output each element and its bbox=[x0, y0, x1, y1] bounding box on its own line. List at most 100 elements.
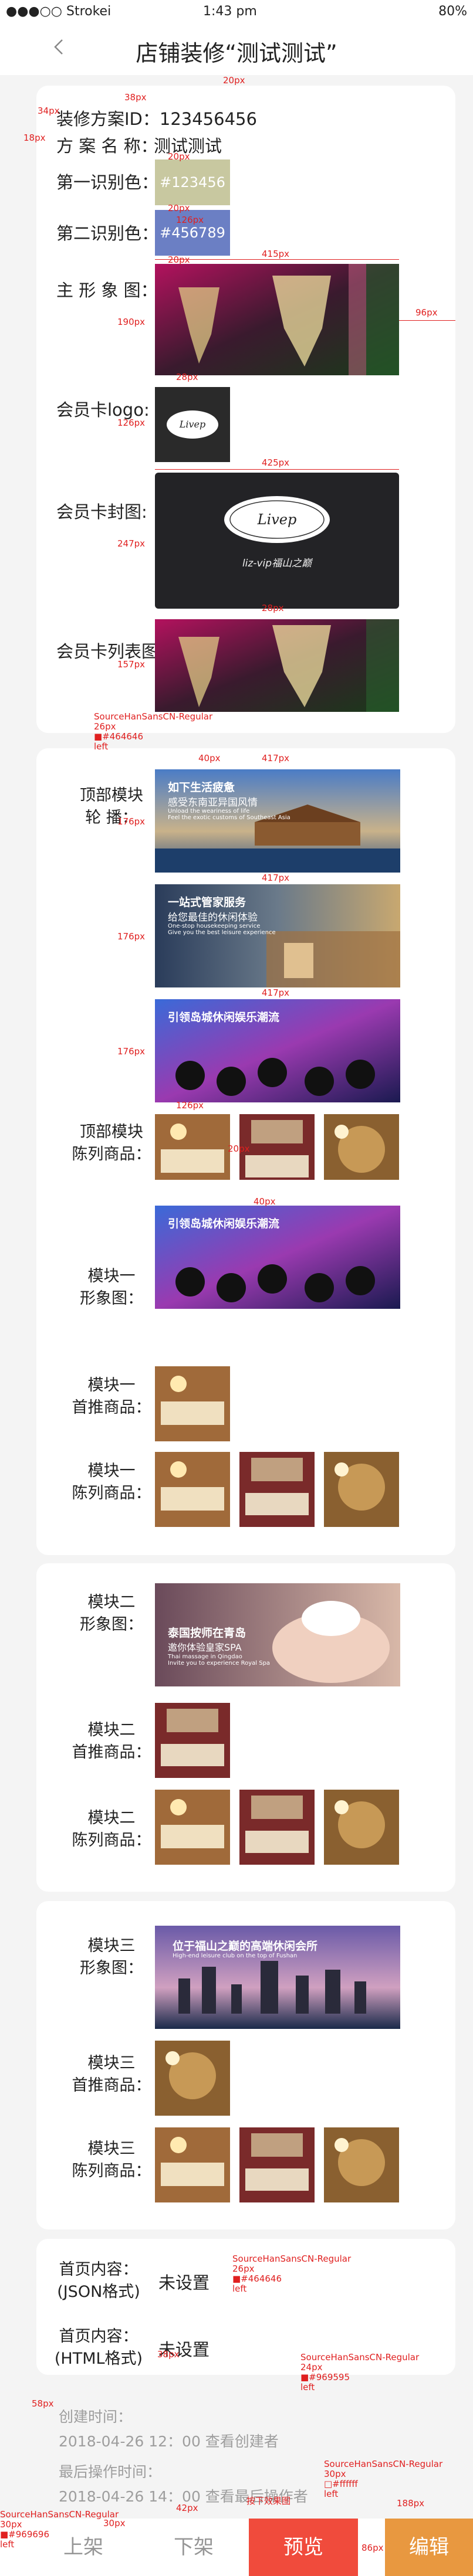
top-banner-2-sub: 给您最佳的休闲体验 bbox=[168, 912, 258, 924]
annot-42: 42px bbox=[176, 2503, 198, 2513]
module2-banner-sub: 邀你体验皇家SPA bbox=[168, 1642, 242, 1653]
goods-picture bbox=[155, 1703, 230, 1778]
card-cover-image[interactable]: Livep liz-vip福山之巅 bbox=[155, 473, 399, 609]
goods-picture bbox=[324, 1790, 399, 1865]
module3-banner-title: 位于福山之巅的高端休闲会所 bbox=[173, 1940, 318, 1953]
annot-126b: 126px bbox=[117, 418, 146, 428]
annot-20b: 20px bbox=[168, 151, 190, 162]
created-label: 创建时间： bbox=[59, 2408, 133, 2425]
module3-goods-2[interactable] bbox=[239, 2127, 315, 2202]
goods-picture bbox=[155, 1452, 230, 1527]
status-bar: ●●●○○ Strokei 1:43 pm 80% bbox=[0, 0, 473, 23]
card-logo-image[interactable]: Livep bbox=[155, 387, 230, 462]
annot-line-96 bbox=[399, 320, 455, 321]
json-content-label: 首页内容： (JSON格式) bbox=[52, 2259, 146, 2303]
annot-18: 18px bbox=[23, 133, 46, 143]
battery-label: 80% bbox=[438, 4, 467, 19]
module1-goods-1[interactable] bbox=[155, 1452, 230, 1527]
html-content-label: 首页内容： (HTML格式) bbox=[52, 2326, 146, 2370]
goods-picture bbox=[324, 1452, 399, 1527]
annot-28: 28px bbox=[176, 372, 198, 382]
module2-rec-goods[interactable] bbox=[155, 1703, 230, 1778]
goods-picture bbox=[324, 2127, 399, 2202]
publish-button[interactable]: 下架 bbox=[147, 2519, 241, 2576]
module2-goods-3[interactable] bbox=[324, 1790, 399, 1865]
goods-picture bbox=[155, 1790, 230, 1865]
module3-banner-en: High-end leisure club on the top of Fush… bbox=[173, 1953, 298, 1959]
module1-goods-3[interactable] bbox=[324, 1452, 399, 1527]
module3-goods-1[interactable] bbox=[155, 2127, 230, 2202]
module2-rec-label: 模块二 首推商品： bbox=[65, 1719, 158, 1764]
card-cover-picture bbox=[224, 496, 330, 543]
module3-goods-3[interactable] bbox=[324, 2127, 399, 2202]
module2-goods-label: 模块二 陈列商品： bbox=[65, 1807, 158, 1852]
annot-line-425 bbox=[155, 469, 399, 470]
module2-goods-label-text: 模块二 陈列商品： bbox=[72, 1809, 151, 1849]
annot-425: 425px bbox=[262, 457, 290, 468]
top-banner-2[interactable]: 一站式管家服务 给您最佳的休闲体验 One-stop housekeeping … bbox=[155, 884, 400, 987]
annot-417b: 417px bbox=[262, 873, 290, 883]
top-banner-2-en: One-stop housekeeping service Give you t… bbox=[168, 923, 276, 936]
annot-126c: 126px bbox=[176, 1100, 204, 1111]
edit-button[interactable]: 编辑 bbox=[385, 2519, 473, 2576]
created-value[interactable]: 2018-04-26 12：00 查看创建者 bbox=[59, 2430, 279, 2451]
annot-415: 415px bbox=[262, 249, 290, 259]
goods-picture bbox=[239, 1452, 315, 1527]
module2-image-label-text: 模块二 形象图： bbox=[80, 1593, 143, 1634]
module2-image-label: 模块二 形象图： bbox=[65, 1591, 158, 1636]
module2-goods-2[interactable] bbox=[239, 1790, 315, 1865]
top-goods-label: 顶部模块 陈列商品： bbox=[65, 1121, 158, 1166]
module1-goods-2[interactable] bbox=[239, 1452, 315, 1527]
annot-font1: SourceHanSansCN-Regular 26px ■#464646 le… bbox=[94, 711, 213, 752]
module2-goods-1[interactable] bbox=[155, 1790, 230, 1865]
module2-banner-title: 泰国按师在青岛 bbox=[168, 1627, 246, 1640]
page-title: 店铺装修“测试测试” bbox=[136, 40, 337, 66]
annot-font4: SourceHanSansCN-Regular 30px □#ffffff le… bbox=[324, 2459, 443, 2499]
module3-goods-label: 模块三 陈列商品： bbox=[65, 2138, 158, 2183]
module3-goods-label-text: 模块三 陈列商品： bbox=[72, 2140, 151, 2180]
module2-rec-label-text: 模块二 首推商品： bbox=[72, 1721, 151, 1762]
top-banner-1[interactable]: 如下生活疲惫 感受东南亚异国风情 Unload the weariness of… bbox=[155, 769, 400, 873]
annot-30: 30px bbox=[103, 2518, 126, 2529]
annot-font2: SourceHanSansCN-Regular 26px ■#464646 le… bbox=[232, 2253, 352, 2294]
nav-bar: 店铺装修“测试测试” bbox=[0, 23, 473, 75]
top-goods-3[interactable] bbox=[324, 1114, 399, 1189]
module3-banner[interactable]: 位于福山之巅的高端休闲会所 High-end leisure club on t… bbox=[155, 1926, 400, 2029]
module3-rec-label-text: 模块三 首推商品： bbox=[72, 2054, 151, 2095]
html-content-label-text: 首页内容： (HTML格式) bbox=[54, 2327, 143, 2368]
annot-font5: SourceHanSansCN-Regular 30px ■#969696 le… bbox=[0, 2509, 119, 2550]
goods-picture bbox=[239, 1114, 315, 1189]
annot-188: 188px bbox=[397, 2498, 425, 2509]
card-cover-logo-text: Livep bbox=[257, 511, 297, 528]
module1-banner[interactable]: 引领岛城休闲娱乐潮流 bbox=[155, 1206, 400, 1309]
top-goods-2[interactable] bbox=[239, 1114, 315, 1189]
module2-banner[interactable]: 泰国按师在青岛 邀你体验皇家SPA Thai massage in Qingda… bbox=[155, 1583, 400, 1686]
annot-86: 86px bbox=[361, 2543, 384, 2553]
main-image[interactable] bbox=[155, 264, 399, 375]
goods-picture bbox=[239, 2127, 315, 2202]
card-list-label: 会员卡列表图: bbox=[56, 642, 164, 661]
module1-rec-label-text: 模块一 首推商品： bbox=[72, 1376, 151, 1417]
module3-rec-goods[interactable] bbox=[155, 2041, 230, 2116]
annot-176c: 176px bbox=[117, 1046, 146, 1057]
annot-417c: 417px bbox=[262, 987, 290, 998]
updated-label: 最后操作时间： bbox=[59, 2463, 162, 2480]
annot-176a: 176px bbox=[117, 816, 146, 827]
annot-20d: 20px bbox=[168, 254, 190, 265]
top-goods-1[interactable] bbox=[155, 1114, 230, 1189]
annot-96: 96px bbox=[415, 307, 438, 318]
top-banner-3[interactable]: 引领岛城休闲娱乐潮流 bbox=[155, 999, 400, 1102]
preview-button[interactable]: 预览 bbox=[249, 2519, 358, 2576]
annot-20c: 20px bbox=[168, 203, 190, 213]
module1-rec-goods[interactable] bbox=[155, 1366, 230, 1441]
color1-swatch[interactable]: #123456 bbox=[155, 159, 230, 205]
top-goods-label-text: 顶部模块 陈列商品： bbox=[72, 1123, 151, 1163]
annot-417: 417px bbox=[262, 753, 290, 763]
annot-20e: 20px bbox=[228, 1143, 250, 1154]
goods-picture bbox=[155, 1366, 230, 1441]
annot-40: 40px bbox=[198, 753, 221, 763]
card-list-image[interactable] bbox=[155, 619, 399, 712]
annot-247: 247px bbox=[117, 538, 146, 549]
top-banner-1-en: Unload the weariness of life Feel the ex… bbox=[168, 808, 290, 821]
annot-font3: SourceHanSansCN-Regular 24px ■#969595 le… bbox=[300, 2352, 420, 2392]
